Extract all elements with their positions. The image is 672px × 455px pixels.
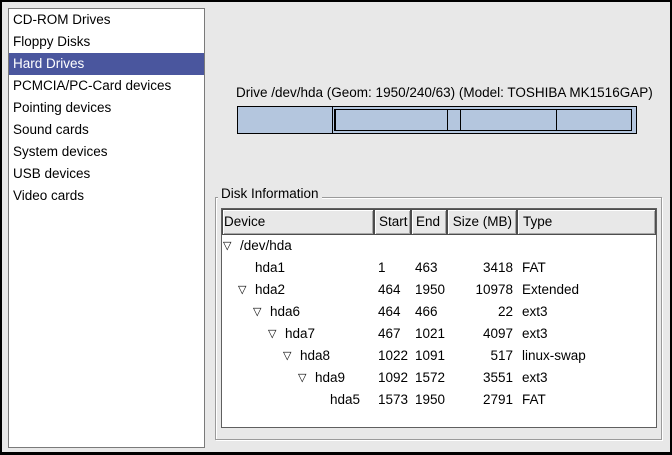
end-cell: [411, 235, 447, 257]
device-cell: hda5: [222, 389, 374, 411]
device-label: hda9: [315, 367, 345, 389]
partition-segment-hda5: [556, 109, 632, 131]
expander-icon[interactable]: ▽: [298, 367, 315, 389]
start-cell: 1022: [374, 345, 411, 367]
start-cell: 464: [374, 301, 411, 323]
column-header-device[interactable]: Device: [222, 209, 374, 235]
sidebar-item-sound-cards[interactable]: Sound cards: [9, 119, 204, 141]
table-row-hda1[interactable]: hda1 14633418FAT: [222, 257, 656, 279]
end-cell: 466: [411, 301, 447, 323]
sidebar-item-pointing-devices[interactable]: Pointing devices: [9, 97, 204, 119]
partition-segment-hda1: [238, 107, 332, 133]
end-cell: 1572: [411, 367, 447, 389]
size-cell: 22: [447, 301, 517, 323]
start-cell: 1: [374, 257, 411, 279]
disk-table: DeviceStartEndSize (MB)Type ▽/dev/hdahda…: [221, 208, 657, 428]
size-cell: 10978: [447, 279, 517, 301]
type-cell: linux-swap: [517, 345, 656, 367]
device-label: hda2: [255, 279, 285, 301]
device-label: /dev/hda: [240, 235, 292, 257]
table-row-hda9[interactable]: ▽hda9109215723551ext3: [222, 367, 656, 389]
size-cell: 3418: [447, 257, 517, 279]
type-cell: FAT: [517, 389, 656, 411]
sidebar-item-usb-devices[interactable]: USB devices: [9, 163, 204, 185]
sidebar-item-floppy-disks[interactable]: Floppy Disks: [9, 31, 204, 53]
sidebar-item-cd-rom-drives[interactable]: CD-ROM Drives: [9, 9, 204, 31]
device-label: hda7: [285, 323, 315, 345]
device-cell: ▽/dev/hda: [222, 235, 374, 257]
device-label: hda1: [255, 257, 285, 279]
start-cell: 1092: [374, 367, 411, 389]
start-cell: 464: [374, 279, 411, 301]
expander-icon[interactable]: ▽: [253, 301, 270, 323]
drive-title: Drive /dev/hda (Geom: 1950/240/63) (Mode…: [236, 85, 653, 100]
start-cell: [374, 235, 411, 257]
table-row-dev-hda[interactable]: ▽/dev/hda: [222, 235, 656, 257]
expander-icon[interactable]: ▽: [283, 345, 300, 367]
device-label: hda5: [330, 389, 360, 411]
size-cell: 2791: [447, 389, 517, 411]
sidebar-item-system-devices[interactable]: System devices: [9, 141, 204, 163]
hardware-browser-window: CD-ROM DrivesFloppy DisksHard DrivesPCMC…: [0, 0, 672, 455]
type-cell: ext3: [517, 301, 656, 323]
start-cell: 467: [374, 323, 411, 345]
partition-bar: [237, 106, 637, 134]
table-row-hda2[interactable]: ▽hda2464195010978Extended: [222, 279, 656, 301]
column-header-start[interactable]: Start: [374, 209, 411, 235]
end-cell: 1950: [411, 279, 447, 301]
device-cell: ▽hda7: [222, 323, 374, 345]
type-cell: FAT: [517, 257, 656, 279]
table-row-hda5[interactable]: hda5 157319502791FAT: [222, 389, 656, 411]
expander-icon[interactable]: ▽: [238, 279, 255, 301]
type-cell: [517, 235, 656, 257]
device-cell: ▽hda9: [222, 367, 374, 389]
column-header-size-mb[interactable]: Size (MB): [447, 209, 517, 235]
type-cell: ext3: [517, 323, 656, 345]
partition-segment-hda2: [332, 107, 636, 133]
type-cell: ext3: [517, 367, 656, 389]
end-cell: 1950: [411, 389, 447, 411]
partition-segment-hda9: [460, 109, 557, 131]
type-cell: Extended: [517, 279, 656, 301]
device-label: hda8: [300, 345, 330, 367]
partition-segment-hda7: [335, 109, 447, 131]
device-cell: ▽hda6: [222, 301, 374, 323]
size-cell: 3551: [447, 367, 517, 389]
size-cell: [447, 235, 517, 257]
sidebar-list[interactable]: CD-ROM DrivesFloppy DisksHard DrivesPCMC…: [8, 8, 205, 448]
device-label: hda6: [270, 301, 300, 323]
device-cell: ▽hda2: [222, 279, 374, 301]
partition-segment-hda8: [447, 109, 461, 131]
table-row-hda8[interactable]: ▽hda810221091517linux-swap: [222, 345, 656, 367]
table-row-hda6[interactable]: ▽hda646446622ext3: [222, 301, 656, 323]
disk-information-groupbox: Disk Information DeviceStartEndSize (MB)…: [215, 188, 663, 441]
device-cell: ▽hda8: [222, 345, 374, 367]
sidebar-item-pcmcia-pc-card-devices[interactable]: PCMCIA/PC-Card devices: [9, 75, 204, 97]
disk-information-label: Disk Information: [218, 186, 322, 201]
expander-icon[interactable]: ▽: [223, 235, 240, 257]
end-cell: 1021: [411, 323, 447, 345]
column-header-end[interactable]: End: [411, 209, 447, 235]
size-cell: 4097: [447, 323, 517, 345]
disk-table-body: ▽/dev/hdahda114633418FAT▽hda246419501097…: [222, 235, 656, 411]
size-cell: 517: [447, 345, 517, 367]
device-cell: hda1: [222, 257, 374, 279]
table-row-hda7[interactable]: ▽hda746710214097ext3: [222, 323, 656, 345]
sidebar-item-hard-drives[interactable]: Hard Drives: [9, 53, 204, 75]
end-cell: 463: [411, 257, 447, 279]
column-header-type[interactable]: Type: [517, 209, 656, 235]
end-cell: 1091: [411, 345, 447, 367]
sidebar-item-video-cards[interactable]: Video cards: [9, 185, 204, 207]
disk-table-header: DeviceStartEndSize (MB)Type: [222, 209, 656, 235]
start-cell: 1573: [374, 389, 411, 411]
expander-icon[interactable]: ▽: [268, 323, 285, 345]
